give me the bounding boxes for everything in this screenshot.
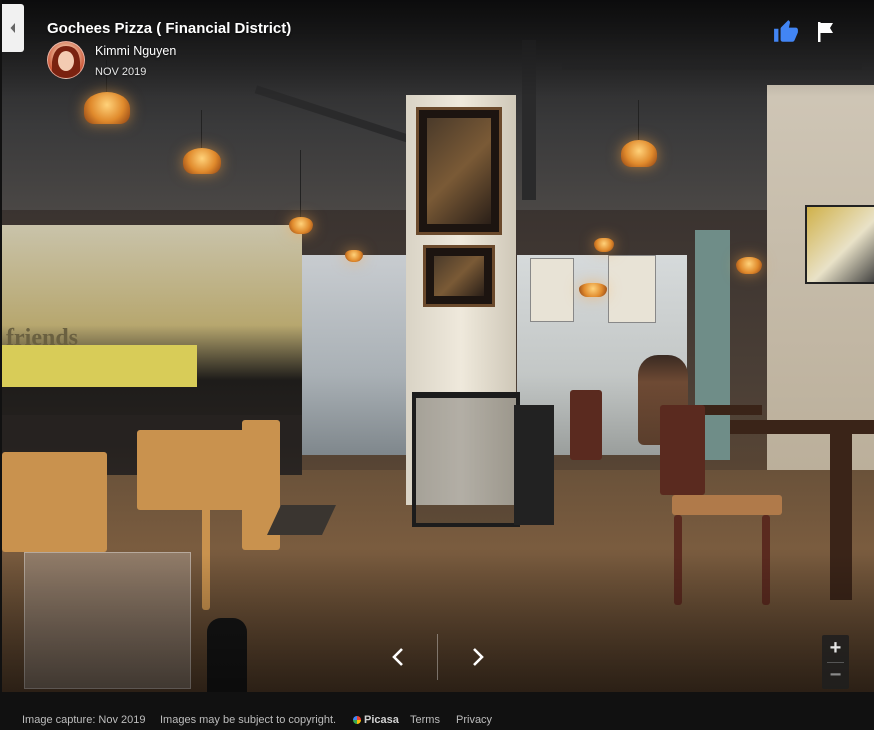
chevron-left-icon: [10, 23, 15, 33]
copyright-text: Images may be subject to copyright.: [160, 714, 337, 726]
zoom-control: + −: [822, 635, 849, 689]
picasa-label: Picasa: [364, 714, 399, 726]
back-button[interactable]: [2, 4, 24, 52]
avatar-image: [52, 46, 80, 78]
zoom-out-button[interactable]: −: [822, 662, 849, 689]
nav-divider: [437, 634, 438, 680]
picasa-link[interactable]: Picasa: [353, 714, 399, 726]
next-photo-button[interactable]: [463, 640, 493, 674]
previous-photo-button[interactable]: [383, 640, 413, 674]
like-button[interactable]: [773, 19, 799, 45]
report-button[interactable]: [815, 20, 837, 44]
capture-date: NOV 2019: [95, 66, 147, 78]
thumbs-up-icon: [774, 20, 798, 42]
image-capture-text: Image capture: Nov 2019: [22, 714, 146, 726]
terms-link[interactable]: Terms: [410, 714, 440, 726]
avatar[interactable]: [47, 41, 85, 79]
street-view-photo[interactable]: friends: [2, 0, 874, 692]
author-name[interactable]: Kimmi Nguyen: [95, 44, 176, 58]
zoom-in-button[interactable]: +: [822, 635, 849, 662]
picasa-icon: [353, 716, 361, 724]
chevron-right-icon: [473, 648, 484, 666]
flag-icon: [818, 22, 833, 42]
footer-bar: Image capture: Nov 2019 Images may be su…: [0, 692, 874, 730]
chevron-left-icon: [392, 648, 403, 666]
place-title[interactable]: Gochees Pizza ( Financial District): [47, 20, 291, 37]
privacy-link[interactable]: Privacy: [456, 714, 492, 726]
